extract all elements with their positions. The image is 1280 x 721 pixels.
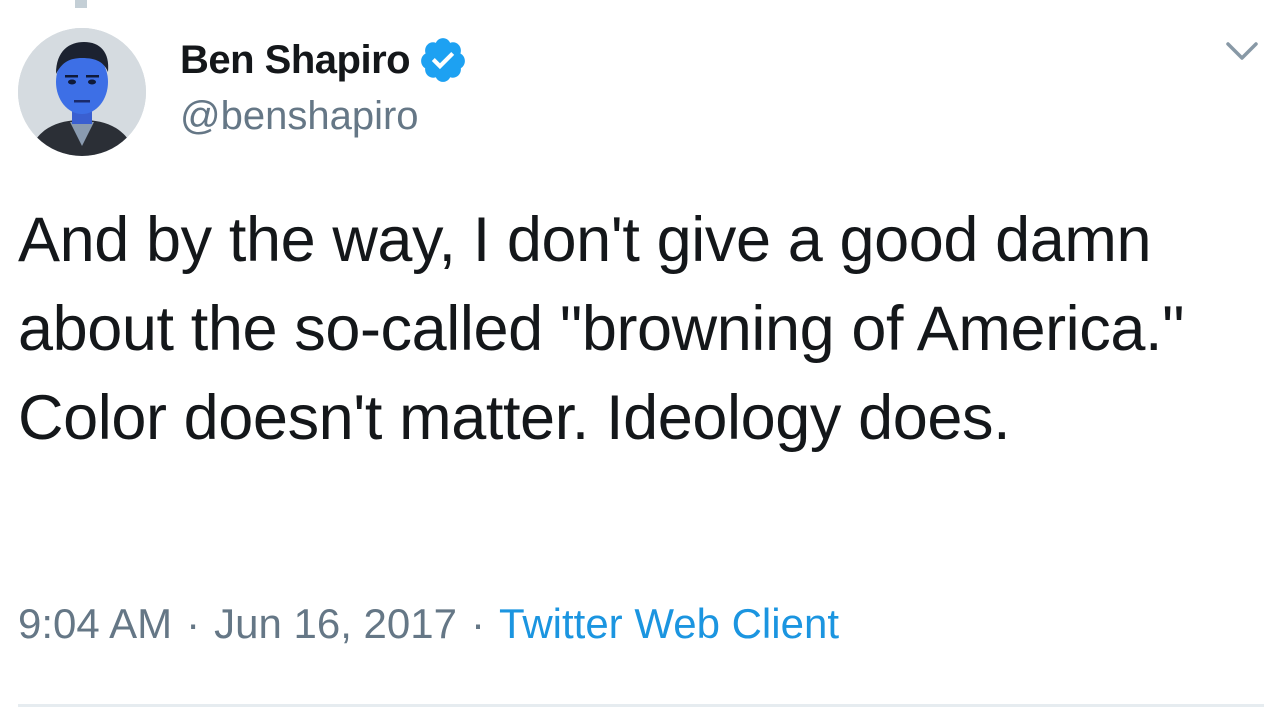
verified-badge-icon — [421, 38, 465, 82]
tweet-card: Ben Shapiro @benshapiro And by the way, … — [0, 0, 1280, 721]
author-display-name[interactable]: Ben Shapiro — [180, 38, 411, 83]
tweet-metadata: 9:04 AM · Jun 16, 2017 · Twitter Web Client — [18, 600, 839, 648]
tweet-source-link[interactable]: Twitter Web Client — [499, 600, 839, 647]
tweet-time[interactable]: 9:04 AM — [18, 600, 172, 647]
avatar[interactable] — [18, 28, 146, 156]
meta-separator: · — [470, 600, 485, 647]
tweet-date[interactable]: Jun 16, 2017 — [214, 600, 457, 647]
tweet-text: And by the way, I don't give a good damn… — [18, 205, 1185, 453]
author-handle[interactable]: @benshapiro — [180, 94, 419, 139]
author-name-row: Ben Shapiro — [180, 34, 468, 86]
chevron-down-icon[interactable] — [1222, 34, 1262, 70]
divider — [18, 704, 1264, 707]
avatar-photo — [18, 28, 146, 156]
meta-separator: · — [186, 600, 201, 647]
